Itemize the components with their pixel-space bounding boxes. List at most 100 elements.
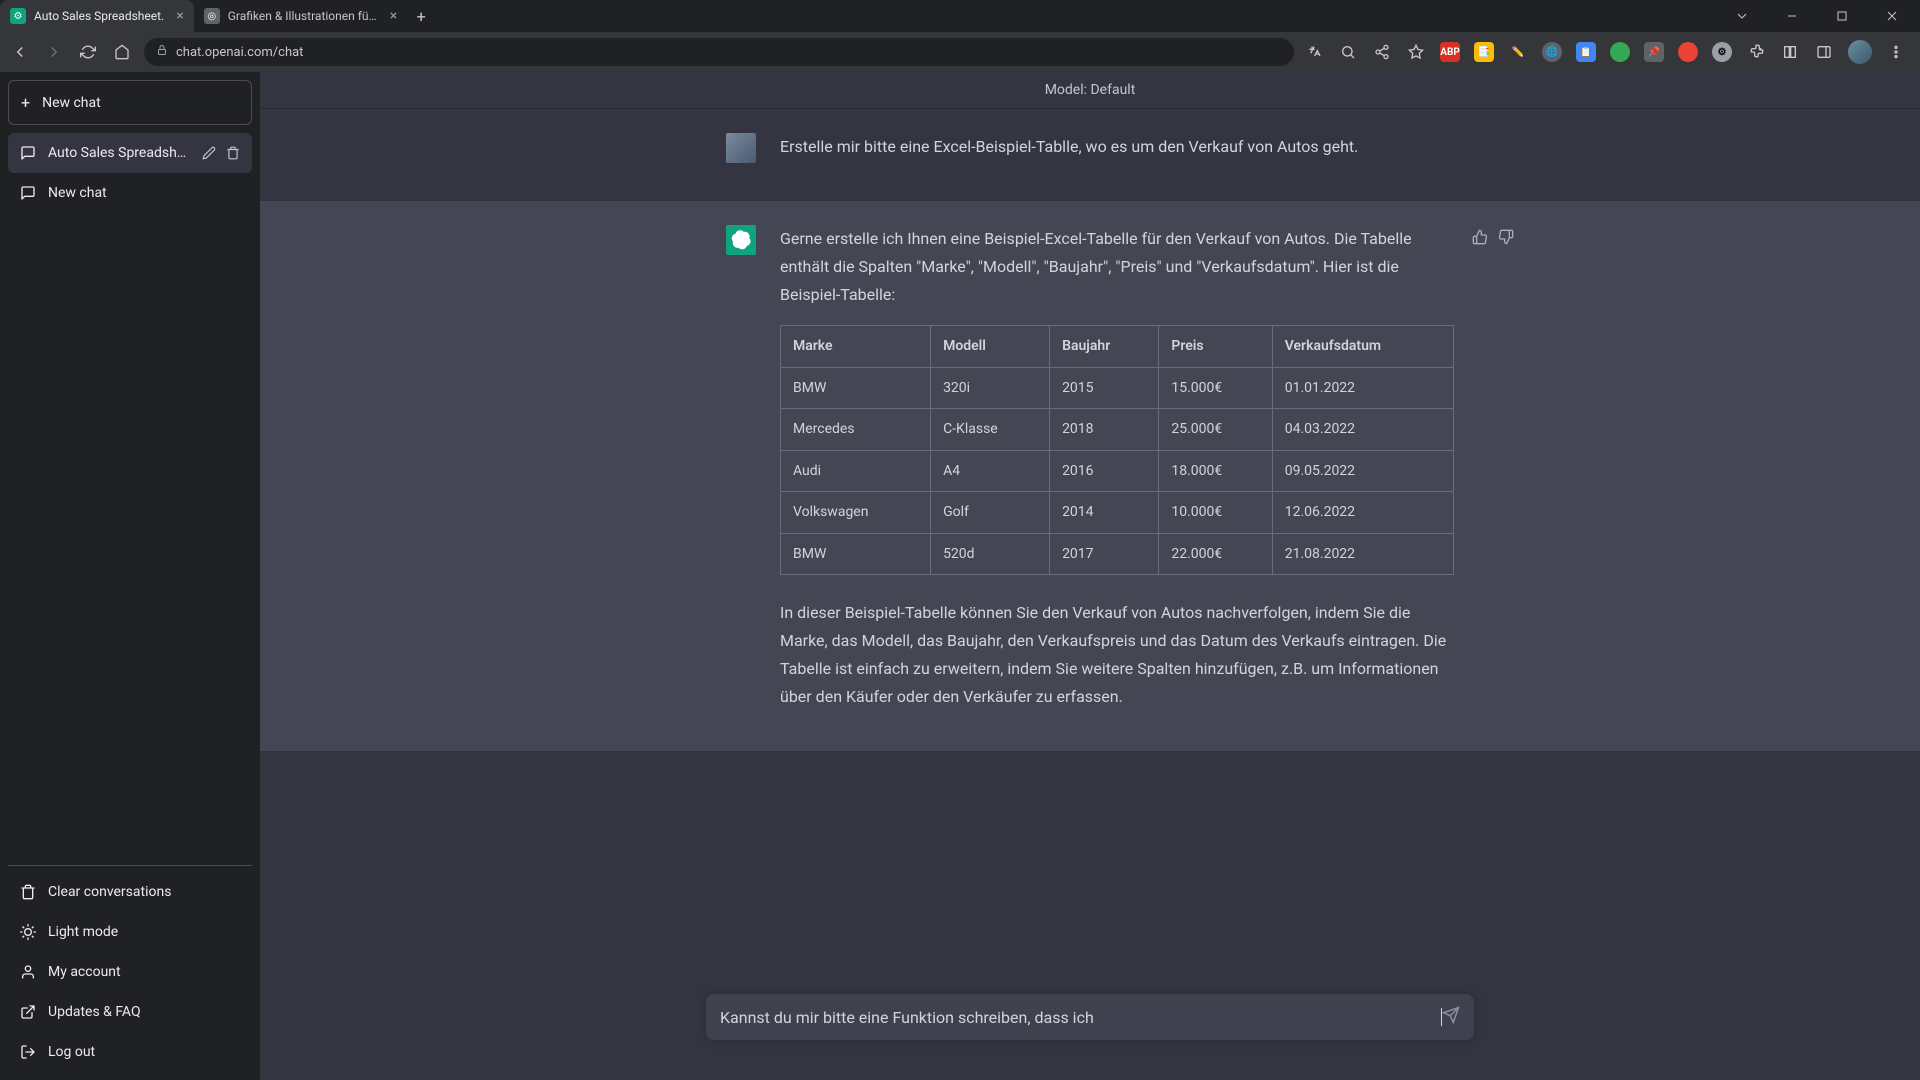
forward-button[interactable] <box>42 40 66 64</box>
chat-icon <box>20 185 36 201</box>
table-cell: Volkswagen <box>781 492 931 534</box>
extension-icon[interactable]: 📌 <box>1644 42 1664 62</box>
table-cell: Golf <box>931 492 1050 534</box>
updates-faq-button[interactable]: Updates & FAQ <box>8 992 252 1032</box>
extension-icons: ABP 📑 ✏️ 🌐 📋 📌 ⚙ <box>1304 40 1912 64</box>
home-button[interactable] <box>110 40 134 64</box>
zoom-icon[interactable] <box>1338 42 1358 62</box>
table-cell: 09.05.2022 <box>1272 450 1453 492</box>
tab-title: Grafiken & Illustrationen für Vek <box>228 9 378 23</box>
table-cell: 320i <box>931 367 1050 409</box>
table-header: Marke <box>781 326 931 368</box>
chat-thread: Erstelle mir bitte eine Excel-Beispiel-T… <box>260 109 1920 970</box>
table-cell: 25.000€ <box>1159 409 1272 451</box>
extension-icon[interactable]: 🌐 <box>1542 42 1562 62</box>
table-row: BMW320i201515.000€01.01.2022 <box>781 367 1454 409</box>
maximize-button[interactable] <box>1820 2 1864 30</box>
conversation-item[interactable]: Auto Sales Spreadshee <box>8 133 252 173</box>
table-cell: BMW <box>781 367 931 409</box>
table-cell: 01.01.2022 <box>1272 367 1453 409</box>
light-mode-button[interactable]: Light mode <box>8 912 252 952</box>
extensions-menu-icon[interactable] <box>1746 42 1766 62</box>
extension-icon[interactable]: 📋 <box>1576 42 1596 62</box>
message-text: In dieser Beispiel-Tabelle können Sie de… <box>780 599 1454 711</box>
table-cell: Audi <box>781 450 931 492</box>
table-cell: 18.000€ <box>1159 450 1272 492</box>
updates-label: Updates & FAQ <box>48 1004 141 1020</box>
extension-icon[interactable]: ⚙ <box>1712 42 1732 62</box>
message-input[interactable]: Kannst du mir bitte eine Funktion schrei… <box>706 994 1474 1040</box>
table-row: VolkswagenGolf201410.000€12.06.2022 <box>781 492 1454 534</box>
reload-button[interactable] <box>76 40 100 64</box>
clear-label: Clear conversations <box>48 884 171 900</box>
table-cell: 04.03.2022 <box>1272 409 1453 451</box>
new-chat-button[interactable]: + New chat <box>8 80 252 125</box>
close-icon[interactable]: × <box>390 8 397 24</box>
extension-icon[interactable]: ✏️ <box>1508 42 1528 62</box>
browser-titlebar: ⚙ Auto Sales Spreadsheet. × ◎ Grafiken &… <box>0 0 1920 32</box>
logout-button[interactable]: Log out <box>8 1032 252 1072</box>
browser-tab[interactable]: ⚙ Auto Sales Spreadsheet. × <box>0 0 194 32</box>
logout-label: Log out <box>48 1044 95 1060</box>
extension-icon[interactable]: 📑 <box>1474 42 1494 62</box>
table-cell: 12.06.2022 <box>1272 492 1453 534</box>
input-text: Kannst du mir bitte eine Funktion schrei… <box>720 1008 1441 1027</box>
translate-icon[interactable] <box>1304 42 1324 62</box>
data-table: MarkeModellBaujahrPreisVerkaufsdatum BMW… <box>780 325 1454 575</box>
extension-icon[interactable] <box>1678 42 1698 62</box>
table-cell: Mercedes <box>781 409 931 451</box>
account-label: My account <box>48 964 121 980</box>
table-cell: BMW <box>781 533 931 575</box>
profile-avatar[interactable] <box>1848 40 1872 64</box>
edit-icon[interactable] <box>202 146 216 160</box>
new-chat-label: New chat <box>42 95 101 111</box>
reading-list-icon[interactable] <box>1780 42 1800 62</box>
light-mode-label: Light mode <box>48 924 118 940</box>
star-icon[interactable] <box>1406 42 1426 62</box>
clear-conversations-button[interactable]: Clear conversations <box>8 872 252 912</box>
model-label: Model: Default <box>260 72 1920 109</box>
chevron-down-icon[interactable] <box>1720 2 1764 30</box>
thumbs-up-icon[interactable] <box>1472 229 1488 245</box>
external-link-icon <box>20 1004 36 1020</box>
chat-icon <box>20 145 36 161</box>
close-icon[interactable]: × <box>176 8 183 24</box>
back-button[interactable] <box>8 40 32 64</box>
message-text: Erstelle mir bitte eine Excel-Beispiel-T… <box>780 133 1454 161</box>
new-tab-button[interactable]: + <box>407 2 435 30</box>
menu-icon[interactable] <box>1886 42 1906 62</box>
thumbs-down-icon[interactable] <box>1498 229 1514 245</box>
table-cell: 22.000€ <box>1159 533 1272 575</box>
minimize-button[interactable] <box>1770 2 1814 30</box>
assistant-message: Gerne erstelle ich Ihnen eine Beispiel-E… <box>260 201 1920 751</box>
table-cell: 2018 <box>1050 409 1159 451</box>
sidepanel-icon[interactable] <box>1814 42 1834 62</box>
extension-icon[interactable]: ABP <box>1440 42 1460 62</box>
my-account-button[interactable]: My account <box>8 952 252 992</box>
table-cell: 21.08.2022 <box>1272 533 1453 575</box>
conversation-item[interactable]: New chat <box>8 173 252 213</box>
table-cell: 2016 <box>1050 450 1159 492</box>
close-window-button[interactable] <box>1870 2 1914 30</box>
sun-icon <box>20 924 36 940</box>
send-icon <box>1442 1006 1460 1024</box>
send-button[interactable] <box>1442 1006 1460 1028</box>
table-cell: 2014 <box>1050 492 1159 534</box>
extension-icon[interactable] <box>1610 42 1630 62</box>
address-bar[interactable]: chat.openai.com/chat <box>144 38 1294 66</box>
user-icon <box>20 964 36 980</box>
share-icon[interactable] <box>1372 42 1392 62</box>
favicon-icon: ◎ <box>204 8 220 24</box>
favicon-icon: ⚙ <box>10 8 26 24</box>
conversation-title: New chat <box>48 185 240 201</box>
table-cell: 520d <box>931 533 1050 575</box>
logout-icon <box>20 1044 36 1060</box>
browser-tab[interactable]: ◎ Grafiken & Illustrationen für Vek × <box>194 0 407 32</box>
table-row: AudiA4201618.000€09.05.2022 <box>781 450 1454 492</box>
message-text: Gerne erstelle ich Ihnen eine Beispiel-E… <box>780 225 1454 309</box>
url-text: chat.openai.com/chat <box>176 45 303 60</box>
tab-title: Auto Sales Spreadsheet. <box>34 9 164 23</box>
trash-icon[interactable] <box>226 146 240 160</box>
main-content: Model: Default Erstelle mir bitte eine E… <box>260 72 1920 1080</box>
table-header: Verkaufsdatum <box>1272 326 1453 368</box>
